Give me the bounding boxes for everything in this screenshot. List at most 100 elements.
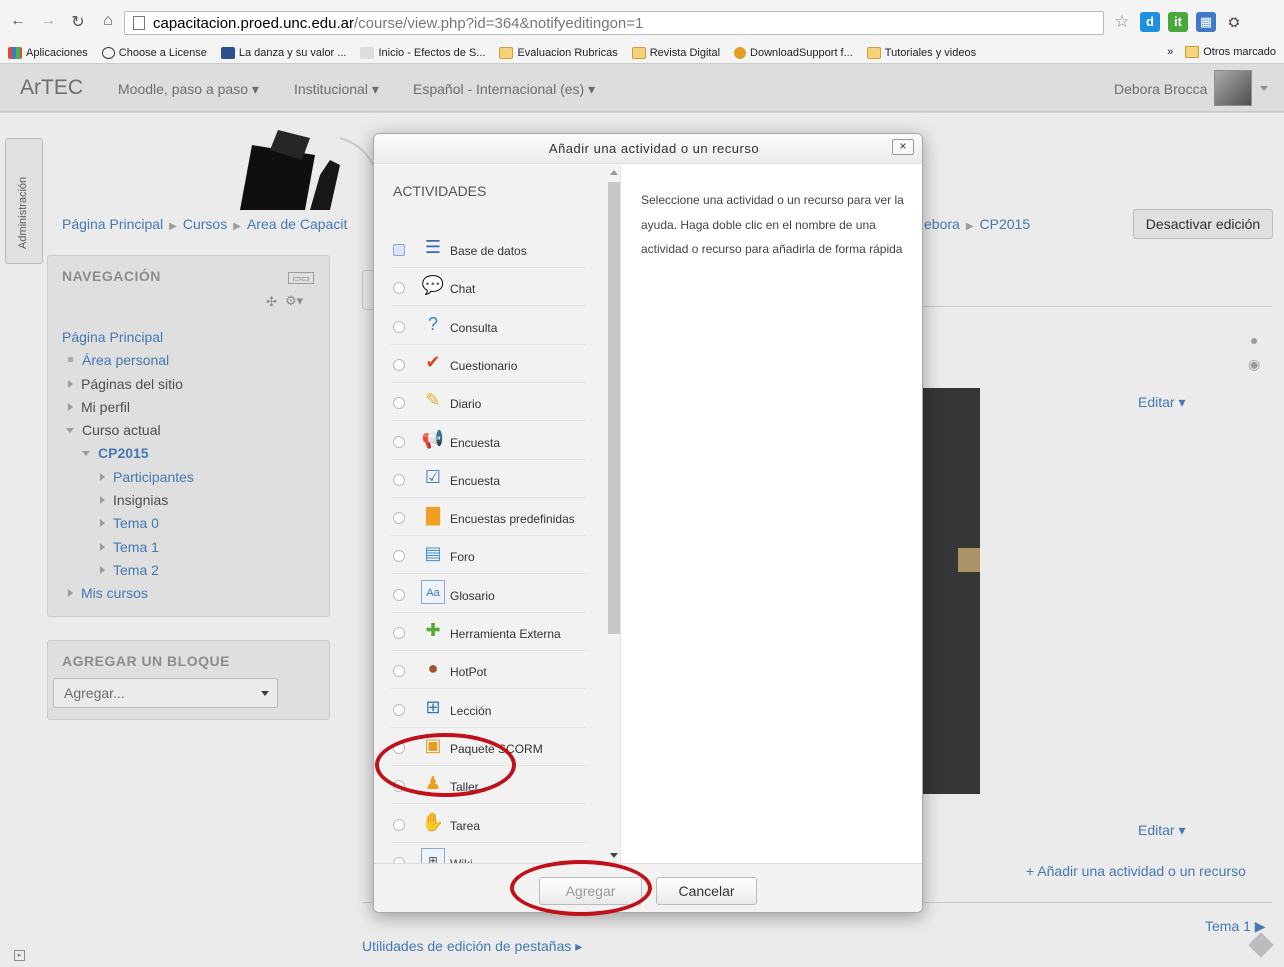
lightbulb-icon[interactable]: ●: [1250, 332, 1258, 348]
menu-moodle-paso[interactable]: Moodle, paso a paso ▾: [118, 81, 259, 98]
activity-item[interactable]: ? Consulta: [391, 307, 586, 345]
list-scrollbar-thumb[interactable]: [608, 182, 620, 634]
activity-item[interactable]: ✚ Herramienta Externa: [391, 613, 586, 651]
scroll-up-arrow-icon[interactable]: [610, 170, 618, 175]
block-settings-gear-icon[interactable]: ⚙▾: [285, 293, 303, 309]
add-activity-link[interactable]: + Añadir una actividad o un recurso: [1026, 863, 1246, 879]
activity-item[interactable]: ✎ Diario: [391, 383, 586, 422]
activity-radio[interactable]: [393, 741, 405, 754]
activity-item[interactable]: Aa Glosario: [391, 575, 586, 613]
nav-item-topic-0[interactable]: Tema 0: [62, 512, 194, 535]
menu-language[interactable]: Español - Internacional (es) ▾: [413, 81, 595, 98]
user-name[interactable]: Debora Brocca: [1114, 81, 1207, 97]
it-extension-icon[interactable]: it: [1168, 12, 1188, 32]
nav-item-dashboard[interactable]: Área personal: [62, 349, 194, 372]
activity-radio[interactable]: [393, 282, 405, 295]
activity-radio[interactable]: [393, 818, 405, 831]
activity-item[interactable]: ⊞ Lección: [391, 690, 586, 728]
bookmark-license[interactable]: Choose a License: [101, 46, 207, 59]
nav-item-badges[interactable]: Insignias: [62, 489, 194, 512]
nav-item-profile[interactable]: Mi perfil: [62, 396, 194, 419]
activity-radio[interactable]: [393, 244, 405, 256]
d-extension-icon[interactable]: d: [1140, 12, 1160, 32]
edit-menu-1[interactable]: Editar ▾: [1138, 394, 1186, 411]
activity-item[interactable]: 📢 Encuesta: [391, 422, 586, 460]
user-menu-caret-icon[interactable]: [1260, 86, 1268, 91]
menu-institucional[interactable]: Institucional ▾: [294, 81, 379, 98]
bookmark-apps[interactable]: Aplicaciones: [8, 46, 88, 59]
site-brand[interactable]: ArTEC: [20, 76, 83, 100]
bookmark-revista[interactable]: Revista Digital: [631, 46, 720, 59]
tab-utilities-link[interactable]: Utilidades de edición de pestañas ▸: [362, 938, 582, 955]
bookmark-download[interactable]: DownloadSupport f...: [734, 46, 853, 59]
activity-item[interactable]: ☰ Base de datos: [391, 230, 586, 268]
star-icon[interactable]: ☆: [1112, 12, 1132, 32]
activity-item[interactable]: ⊞Wiki: [391, 843, 586, 863]
activity-radio[interactable]: [393, 627, 405, 639]
bookmarks-overflow[interactable]: »: [1167, 46, 1173, 58]
activity-radio[interactable]: [393, 397, 405, 410]
turn-editing-off-button[interactable]: Desactivar edición: [1133, 209, 1273, 239]
activity-item[interactable]: ✔ Cuestionario: [391, 345, 586, 383]
activity-item[interactable]: ● HotPot: [391, 651, 586, 690]
puzzle-extension-icon[interactable]: ⛭: [1224, 12, 1244, 32]
bookmark-inicio[interactable]: Inicio - Efectos de S...: [360, 46, 485, 59]
activity-label: Diario: [450, 397, 482, 412]
activity-item[interactable]: ☑ Encuesta: [391, 460, 586, 498]
home-icon[interactable]: ⌂: [100, 12, 116, 32]
next-topic-link[interactable]: Tema 1 ▶: [1205, 918, 1266, 935]
breadcrumb-home[interactable]: Página Principal: [62, 216, 163, 232]
address-bar[interactable]: capacitacion.proed.unc.edu.ar /course/vi…: [124, 11, 1104, 35]
eye-icon[interactable]: ◉: [1248, 356, 1260, 373]
edit-menu-2[interactable]: Editar ▾: [1138, 822, 1186, 839]
calendar-extension-icon[interactable]: ▦: [1196, 12, 1216, 32]
breadcrumb-courses[interactable]: Cursos: [183, 216, 227, 232]
bookmark-rubricas[interactable]: Evaluacion Rubricas: [499, 46, 618, 59]
activity-radio[interactable]: [393, 780, 405, 793]
activity-radio[interactable]: [393, 435, 405, 448]
activity-radio[interactable]: [393, 665, 405, 678]
cancel-button[interactable]: Cancelar: [656, 877, 757, 905]
activity-item[interactable]: ▤ Foro: [391, 536, 586, 575]
activity-item[interactable]: ✋ Tarea: [391, 805, 586, 843]
bookmark-tutoriales[interactable]: Tutoriales y videos: [866, 46, 976, 59]
nav-item-cp2015[interactable]: CP2015: [62, 442, 194, 465]
activity-label: Taller: [450, 780, 479, 795]
nav-item-participants[interactable]: Participantes: [62, 466, 194, 489]
nav-item-topic-1[interactable]: Tema 1: [62, 536, 194, 559]
administration-tab[interactable]: Administración: [5, 138, 43, 264]
activity-radio[interactable]: [393, 358, 405, 371]
nav-item-home[interactable]: Página Principal: [62, 326, 194, 349]
activity-radio[interactable]: [393, 320, 405, 333]
activity-item[interactable]: ▇ Encuestas predefinidas: [391, 498, 586, 537]
dock-toggle-icon[interactable]: ▸: [14, 950, 25, 961]
bookmark-danza[interactable]: La danza y su valor ...: [220, 46, 346, 59]
breadcrumb-course[interactable]: CP2015: [980, 216, 1031, 232]
activity-item[interactable]: ♟ Taller: [391, 766, 586, 805]
activity-item[interactable]: 💬 Chat: [391, 268, 586, 307]
add-block-select[interactable]: Agregar...: [53, 678, 278, 708]
activity-radio[interactable]: [393, 550, 405, 563]
avatar[interactable]: [1214, 70, 1252, 106]
nav-item-topic-2[interactable]: Tema 2: [62, 559, 194, 582]
activity-radio[interactable]: [393, 703, 405, 716]
add-button[interactable]: Agregar: [539, 877, 642, 905]
scroll-down-arrow-icon[interactable]: [610, 853, 618, 858]
nav-item-site-pages[interactable]: Páginas del sitio: [62, 373, 194, 396]
nav-item-current-course[interactable]: Curso actual: [62, 419, 194, 442]
forward-icon[interactable]: →: [40, 12, 56, 32]
other-bookmarks[interactable]: Otros marcado: [1203, 46, 1276, 58]
block-collapse-icon[interactable]: ▭▭: [288, 272, 314, 284]
reload-icon[interactable]: ↻: [70, 12, 86, 32]
activity-radio[interactable]: [393, 588, 405, 601]
move-block-icon[interactable]: ✣: [266, 294, 277, 310]
chevron-down-icon: [261, 691, 269, 696]
back-icon[interactable]: ←: [10, 12, 26, 32]
close-icon[interactable]: ×: [892, 139, 914, 155]
breadcrumb-area[interactable]: Area de Capacit: [247, 216, 347, 232]
activity-radio[interactable]: [393, 512, 405, 525]
activity-item[interactable]: ▣ Paquete SCORM: [391, 728, 586, 766]
nav-item-my-courses[interactable]: Mis cursos: [62, 582, 194, 605]
breadcrumb-user[interactable]: ebora: [924, 216, 960, 232]
activity-radio[interactable]: [393, 473, 405, 486]
